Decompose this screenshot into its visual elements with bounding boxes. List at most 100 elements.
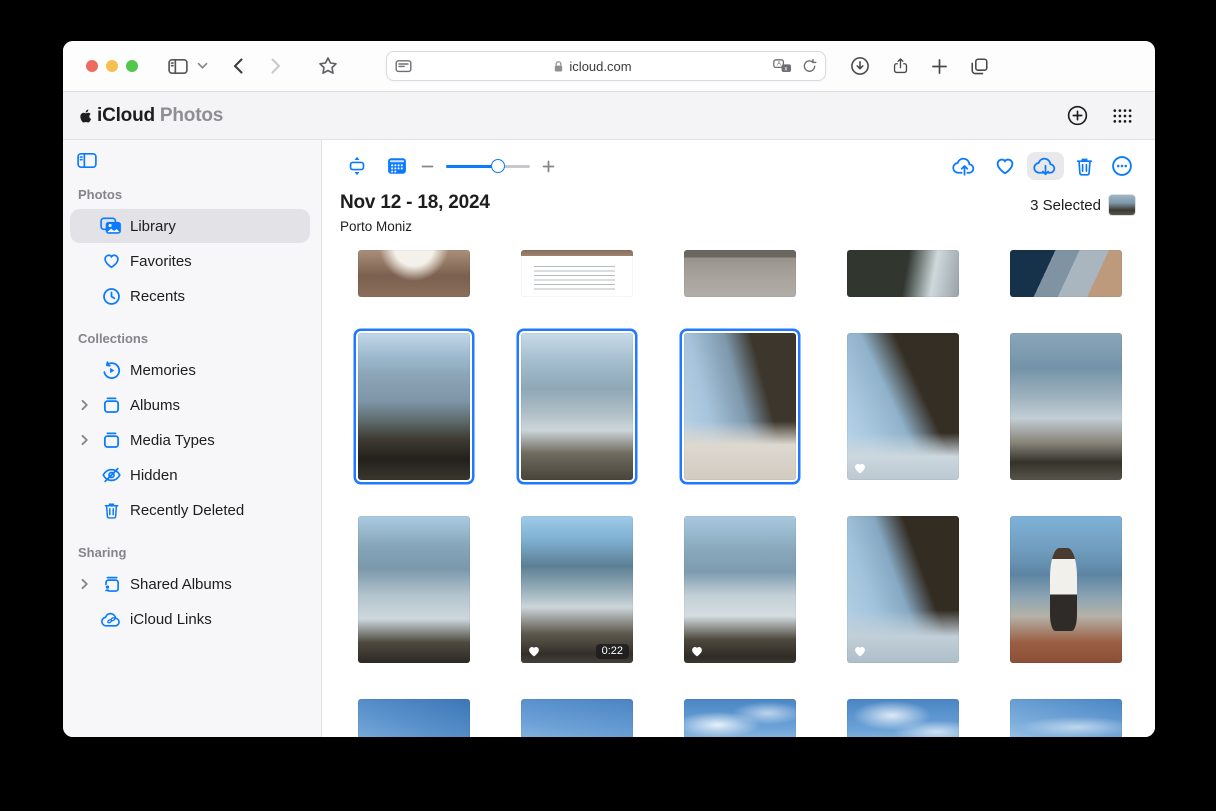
- photo-thumbnail[interactable]: 0:22: [521, 516, 633, 663]
- sidebar-item-recently-deleted[interactable]: Recently Deleted: [70, 493, 310, 527]
- photo-grid: 0:22: [322, 242, 1155, 737]
- reload-icon[interactable]: [802, 58, 817, 74]
- close-window-button[interactable]: [86, 60, 98, 72]
- sidebar-item-label: Memories: [130, 362, 196, 379]
- calendar-view-button[interactable]: [387, 157, 407, 175]
- grid-row: 0:22: [358, 516, 1155, 663]
- shared-album-icon: [99, 575, 123, 594]
- cloud-upload-button[interactable]: [952, 156, 977, 176]
- photo-thumbnail[interactable]: [1010, 333, 1122, 480]
- photo-thumbnail-selected[interactable]: [521, 333, 633, 480]
- cloud-download-button[interactable]: [1027, 152, 1064, 180]
- photo-thumbnail[interactable]: [1010, 250, 1122, 297]
- photo-thumbnail[interactable]: [521, 699, 633, 737]
- sidebar-item-label: Recently Deleted: [130, 502, 244, 519]
- grid-row: [358, 250, 1155, 297]
- photo-thumbnail[interactable]: [1010, 699, 1122, 737]
- favorite-heart-icon: [853, 645, 867, 658]
- app-brand: iCloud Photos: [78, 105, 223, 127]
- zoom-out-button[interactable]: [421, 160, 434, 173]
- header-actions: [1067, 105, 1133, 126]
- sidebar-item-label: Recents: [130, 288, 185, 305]
- selection-count-label: 3 Selected: [1030, 197, 1101, 214]
- photo-thumbnail[interactable]: [847, 250, 959, 297]
- photo-thumbnail[interactable]: [847, 333, 959, 480]
- sidebar-item-favorites[interactable]: Favorites: [70, 244, 310, 278]
- minimize-window-button[interactable]: [106, 60, 118, 72]
- photo-thumbnail[interactable]: [358, 699, 470, 737]
- location-label: Porto Moniz: [340, 219, 490, 234]
- album-box-icon: [99, 431, 123, 450]
- sidebar-toggle-button[interactable]: [168, 58, 188, 75]
- browser-toolbar: icloud.com Ax: [63, 41, 1155, 92]
- photo-thumbnail[interactable]: [684, 516, 796, 663]
- zoom-in-button[interactable]: [542, 160, 555, 173]
- icloud-header: iCloud Photos: [63, 92, 1155, 140]
- photo-thumbnail[interactable]: [847, 516, 959, 663]
- sidebar-item-hidden[interactable]: Hidden: [70, 458, 310, 492]
- photo-thumbnail[interactable]: [1010, 516, 1122, 663]
- sidebar-item-label: iCloud Links: [130, 611, 212, 628]
- favorite-heart-button[interactable]: [994, 156, 1016, 176]
- chevron-down-icon[interactable]: [197, 62, 208, 70]
- photo-thumbnail[interactable]: [684, 699, 796, 737]
- photo-thumbnail[interactable]: [358, 516, 470, 663]
- sidebar-item-media-types[interactable]: Media Types: [70, 423, 310, 457]
- selection-actions: [952, 155, 1133, 177]
- trash-icon: [99, 501, 123, 520]
- eye-slash-icon: [99, 466, 123, 484]
- sidebar-item-label: Albums: [130, 397, 180, 414]
- zoom-slider[interactable]: [446, 165, 530, 168]
- add-button[interactable]: [1067, 105, 1088, 126]
- photo-thumbnail[interactable]: [684, 250, 796, 297]
- grid-row: [358, 333, 1155, 480]
- favorite-heart-icon: [527, 645, 541, 658]
- trash-button[interactable]: [1075, 156, 1094, 177]
- window-controls: [86, 60, 138, 72]
- sidebar-item-memories[interactable]: Memories: [70, 353, 310, 387]
- photo-thumbnail[interactable]: [521, 250, 633, 297]
- chevron-right-icon[interactable]: [79, 399, 90, 411]
- date-header: Nov 12 - 18, 2024 Porto Moniz 3 Selected: [322, 184, 1155, 242]
- svg-text:x: x: [784, 66, 787, 72]
- safari-window: icloud.com Ax: [63, 41, 1155, 737]
- sidebar-item-label: Hidden: [130, 467, 178, 484]
- photo-thumbnail[interactable]: [358, 250, 470, 297]
- page-format-icon[interactable]: [395, 58, 412, 74]
- photo-thumbnail-selected[interactable]: [684, 333, 796, 480]
- date-range-title: Nov 12 - 18, 2024: [340, 192, 490, 214]
- address-bar[interactable]: icloud.com Ax: [386, 51, 826, 81]
- sidebar-item-icloud-links[interactable]: iCloud Links: [70, 602, 310, 636]
- photo-thumbnail[interactable]: [847, 699, 959, 737]
- app-launcher-button[interactable]: [1112, 108, 1133, 124]
- back-button[interactable]: [232, 57, 244, 75]
- zoom-slider-thumb[interactable]: [491, 159, 505, 173]
- sidebar-item-albums[interactable]: Albums: [70, 388, 310, 422]
- forward-button[interactable]: [270, 57, 282, 75]
- share-button[interactable]: [892, 56, 909, 76]
- clock-icon: [99, 287, 123, 306]
- more-options-button[interactable]: [1111, 155, 1133, 177]
- svg-text:A: A: [777, 62, 781, 68]
- translate-icon[interactable]: Ax: [773, 59, 792, 73]
- brand-name: iCloud: [97, 105, 155, 127]
- apple-logo-icon: [78, 107, 94, 125]
- sidebar-item-shared-albums[interactable]: Shared Albums: [70, 567, 310, 601]
- photo-thumbnail-selected[interactable]: [358, 333, 470, 480]
- downloads-button[interactable]: [850, 56, 870, 76]
- chevron-right-icon[interactable]: [79, 434, 90, 446]
- section-title-collections: Collections: [78, 331, 321, 346]
- sidebar-item-label: Shared Albums: [130, 576, 232, 593]
- tab-overview-button[interactable]: [970, 57, 989, 76]
- sidebar-item-recents[interactable]: Recents: [70, 279, 310, 313]
- sidebar-item-label: Library: [130, 218, 176, 235]
- fullscreen-window-button[interactable]: [126, 60, 138, 72]
- aspect-resize-button[interactable]: [347, 156, 367, 176]
- new-tab-button[interactable]: [931, 58, 948, 75]
- selection-thumbnail[interactable]: [1109, 195, 1135, 215]
- bookmarks-star-button[interactable]: [318, 56, 338, 76]
- sidebar-item-library[interactable]: Library: [70, 209, 310, 243]
- chevron-right-icon[interactable]: [79, 578, 90, 590]
- photos-library-icon: [99, 217, 123, 235]
- sidebar-collapse-button[interactable]: [77, 152, 97, 169]
